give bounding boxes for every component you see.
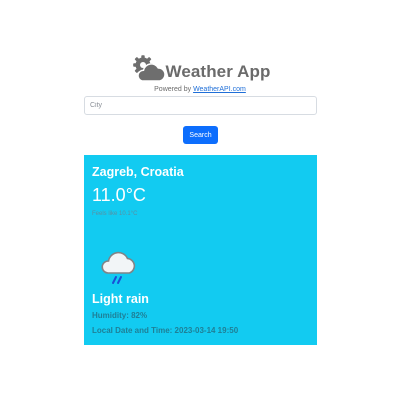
powered-by-label: Powered by [154,86,192,93]
temperature-value: 11.0°C [92,185,146,205]
gear-cloud-icon [129,53,169,85]
powered-by: Powered by WeatherAPI.com [0,86,400,93]
light-rain-cloud-icon [98,247,140,287]
search-button[interactable]: Search [183,126,218,144]
weather-card: Zagreb, Croatia 11.0°C Feels like 10.1°C… [84,155,317,345]
location-label: Zagreb, Croatia [92,165,184,179]
weatherapi-link[interactable]: WeatherAPI.com [193,86,246,93]
app-title: Weather App [165,62,271,81]
app-header: Weather App [0,53,400,85]
humidity-label: Humidity: 82% [92,311,148,320]
condition-label: Light rain [92,292,149,306]
local-datetime-label: Local Date and Time: 2023-03-14 19:50 [92,326,239,335]
feels-like-label: Feels like 10.1°C [92,211,138,217]
city-input[interactable] [84,96,317,115]
